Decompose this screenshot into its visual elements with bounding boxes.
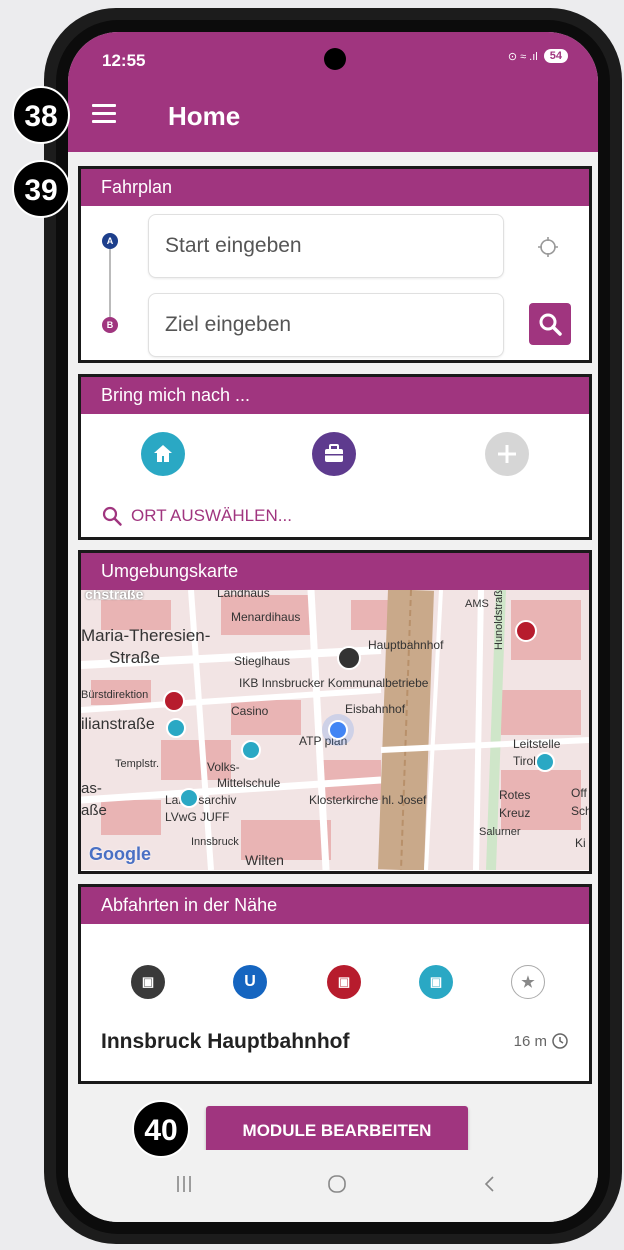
fahrplan-card: Fahrplan A B bbox=[78, 166, 592, 363]
map-label: Kreuz bbox=[499, 806, 531, 820]
map-label: Hauptbahnhof bbox=[368, 638, 444, 652]
bus-filter-icon[interactable]: ▣ bbox=[327, 965, 361, 999]
map-label: Sch bbox=[571, 804, 589, 818]
map-label: as- bbox=[81, 780, 102, 797]
map-label: LVwG JUFF bbox=[165, 810, 230, 824]
add-place-button[interactable] bbox=[485, 432, 529, 476]
back-icon[interactable] bbox=[478, 1172, 502, 1196]
google-logo: Google bbox=[89, 844, 151, 864]
map-label: Landesarchiv bbox=[165, 793, 237, 807]
map-card: Umgebungskarte chstraße Landhaus Menardi… bbox=[78, 550, 592, 874]
map-label: Casino bbox=[231, 704, 269, 718]
tram-stop-icon[interactable] bbox=[179, 788, 199, 808]
star-icon[interactable]: ★ bbox=[511, 965, 545, 999]
screen: 12:55 ⊙ ≈ .ıl 54 Home Fahrplan A B Start… bbox=[68, 32, 598, 1222]
map-label: ilianstraße bbox=[81, 716, 155, 733]
map-label: Klosterkirche hl. Josef bbox=[309, 793, 427, 807]
module-edit-button[interactable]: MODULE BEARBEITEN bbox=[206, 1106, 468, 1156]
map-label: IKB Innsbrucker Kommunalbetriebe bbox=[239, 676, 429, 690]
map-header: Umgebungskarte bbox=[81, 553, 589, 590]
map-label: Hunoldstraße bbox=[493, 590, 505, 650]
route-line bbox=[109, 249, 111, 317]
map-label: Straße bbox=[109, 648, 161, 667]
map-label: Salurner bbox=[479, 826, 521, 838]
station-distance: 16 m bbox=[514, 1032, 569, 1050]
module-edit-label: MODULE BEARBEITEN bbox=[242, 1121, 432, 1140]
map-label: Ki bbox=[575, 836, 586, 850]
work-button[interactable] bbox=[312, 432, 356, 476]
badge-39: 39 bbox=[12, 160, 70, 218]
train-filter-icon[interactable]: ▣ bbox=[131, 965, 165, 999]
bus-stop-icon[interactable] bbox=[163, 690, 185, 712]
map-view[interactable]: chstraße Landhaus Menardihaus Maria-Ther… bbox=[81, 590, 589, 870]
map-label: chstraße bbox=[85, 590, 144, 602]
status-time: 12:55 bbox=[102, 51, 146, 70]
map-label: AMS bbox=[465, 598, 489, 610]
search-icon bbox=[102, 506, 122, 526]
ziel-input[interactable] bbox=[149, 294, 503, 356]
home-nav-icon[interactable] bbox=[325, 1172, 349, 1196]
recents-icon[interactable] bbox=[172, 1172, 196, 1196]
add-icon bbox=[498, 445, 516, 463]
map-label: Maria-Theresien- bbox=[81, 626, 211, 645]
map-label: aße bbox=[81, 802, 107, 819]
home-button[interactable] bbox=[141, 432, 185, 476]
map-label: Bürstdirektion bbox=[81, 689, 149, 701]
map-label: Mittelschule bbox=[217, 776, 281, 790]
badge-38: 38 bbox=[12, 86, 70, 144]
ziel-field[interactable] bbox=[148, 293, 504, 357]
map-label: Tirol bbox=[513, 754, 536, 768]
map-label: Templstr. bbox=[115, 758, 160, 770]
start-input[interactable] bbox=[149, 215, 503, 277]
train-stop-icon[interactable] bbox=[337, 646, 361, 670]
system-nav-bar bbox=[68, 1150, 598, 1222]
briefcase-icon bbox=[325, 444, 343, 462]
subway-filter-icon[interactable]: U bbox=[233, 965, 267, 999]
map-label: Menardihaus bbox=[231, 610, 301, 624]
menu-icon[interactable] bbox=[92, 104, 116, 124]
marker-b-icon: B bbox=[102, 317, 118, 333]
bus-stop-icon[interactable] bbox=[515, 620, 537, 642]
map-label: Landhaus bbox=[217, 590, 270, 600]
bring-header: Bring mich nach ... bbox=[81, 377, 589, 414]
fahrplan-header: Fahrplan bbox=[81, 169, 589, 206]
departures-header: Abfahrten in der Nähe bbox=[81, 887, 589, 924]
departures-card: Abfahrten in der Nähe ▣ U ▣ ▣ ★ Innsbruc… bbox=[78, 884, 592, 1084]
distance-value: 16 m bbox=[513, 1032, 547, 1050]
start-field[interactable] bbox=[148, 214, 504, 278]
map-label: Innsbruck bbox=[191, 836, 239, 848]
marker-a-icon: A bbox=[102, 233, 118, 249]
station-name[interactable]: Innsbruck Hauptbahnhof bbox=[101, 1030, 350, 1054]
map-label: Volks- bbox=[207, 760, 240, 774]
map-label: Rotes bbox=[499, 788, 531, 802]
tram-stop-icon[interactable] bbox=[241, 740, 261, 760]
page-title: Home bbox=[168, 101, 241, 131]
badge-40: 40 bbox=[132, 1100, 190, 1158]
tram-stop-icon[interactable] bbox=[535, 752, 555, 772]
camera-hole bbox=[324, 48, 346, 70]
battery-badge: 54 bbox=[543, 49, 568, 63]
select-place-link[interactable]: ORT AUSWÄHLEN... bbox=[101, 505, 292, 527]
tram-stop-icon[interactable] bbox=[166, 718, 186, 738]
locate-icon[interactable] bbox=[536, 235, 560, 259]
search-button[interactable] bbox=[529, 303, 571, 345]
tram-filter-icon[interactable]: ▣ bbox=[419, 965, 453, 999]
search-icon bbox=[539, 313, 562, 336]
current-location-icon bbox=[328, 720, 348, 740]
bring-card: Bring mich nach ... ORT AUSWÄHLEN... bbox=[78, 374, 592, 540]
clock-icon bbox=[552, 1033, 568, 1049]
map-label: Off bbox=[571, 786, 587, 800]
select-place-label: ORT AUSWÄHLEN... bbox=[131, 506, 292, 525]
map-label: Stieglhaus bbox=[234, 654, 291, 668]
map-label: Eisbahnhof bbox=[345, 702, 406, 716]
status-bar: 12:55 ⊙ ≈ .ıl 54 bbox=[68, 32, 598, 80]
status-icons: ⊙ ≈ .ıl 54 bbox=[508, 49, 568, 63]
map-label: Leitstelle bbox=[513, 737, 561, 751]
app-bar: Home bbox=[68, 80, 598, 152]
map-label: Wilten bbox=[245, 852, 284, 868]
home-icon bbox=[154, 445, 172, 462]
signal-icons: ⊙ ≈ .ıl bbox=[507, 50, 538, 63]
